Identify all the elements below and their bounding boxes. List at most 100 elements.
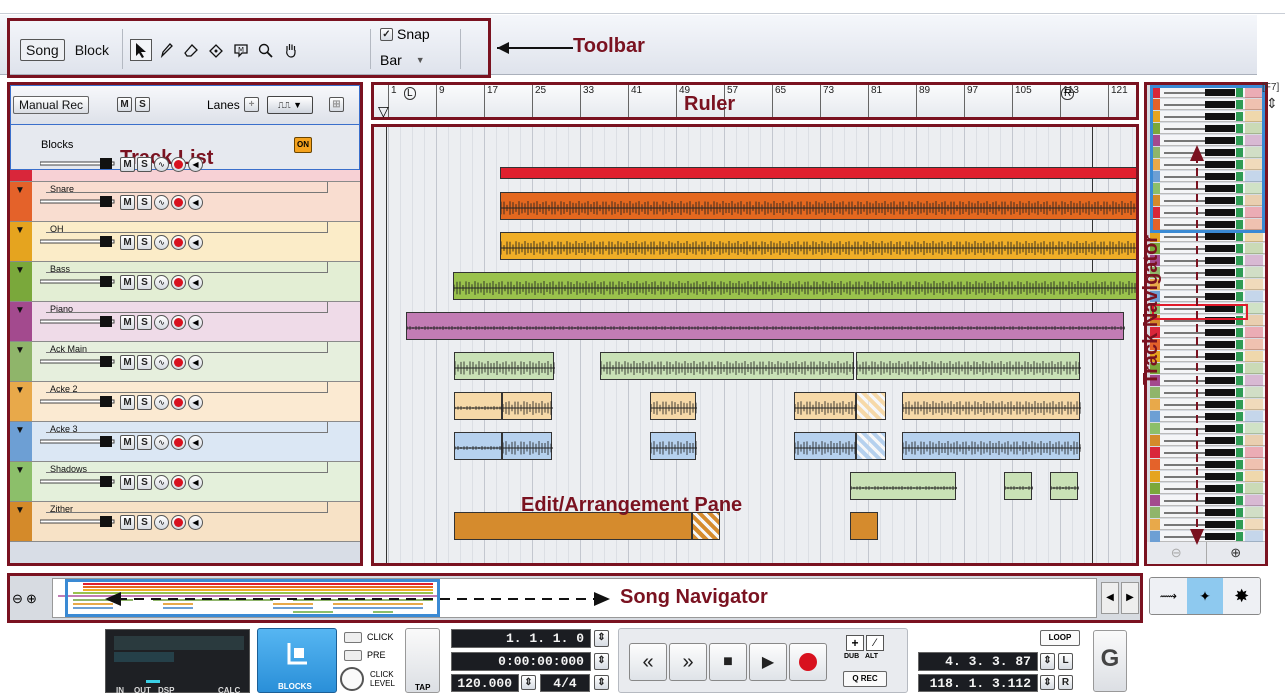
track-navigator-row[interactable] — [1150, 531, 1265, 542]
waveform-large-icon[interactable]: ✸ — [1223, 578, 1260, 614]
track-expand-icon[interactable]: ▼ — [15, 225, 25, 236]
monitor-icon[interactable]: ∿ — [154, 157, 169, 172]
audio-clip[interactable] — [794, 432, 857, 460]
track-navigator-row[interactable] — [1150, 339, 1265, 350]
monitor-icon[interactable]: ∿ — [154, 195, 169, 210]
audio-clip[interactable] — [650, 392, 697, 420]
track-solo-button[interactable]: S — [137, 195, 152, 210]
audio-clip[interactable] — [902, 392, 1081, 420]
position-stepper[interactable]: ⇕ — [594, 630, 609, 647]
track-fader[interactable] — [40, 515, 120, 529]
hand-icon[interactable] — [280, 39, 302, 61]
razor-icon[interactable] — [205, 39, 227, 61]
track-color-strip[interactable]: ▼ — [10, 262, 32, 301]
track-row[interactable]: ▼ Snare M S ∿ ◀ — [10, 182, 360, 222]
lane-mode-dropdown[interactable]: ⎍⎍ ▼ — [267, 96, 313, 114]
track-navigator-row[interactable] — [1150, 387, 1265, 398]
record-arm-icon[interactable] — [171, 355, 186, 370]
arrow-icon[interactable] — [130, 39, 152, 61]
track-navigator-row[interactable] — [1150, 291, 1265, 302]
track-expand-icon[interactable]: ▼ — [15, 385, 25, 396]
left-locator-stepper[interactable]: ⇕ — [1040, 653, 1055, 670]
track-solo-button[interactable]: S — [137, 157, 152, 172]
track-color-strip[interactable]: ▼ — [10, 342, 32, 381]
track-expand-icon[interactable]: ▼ — [15, 425, 25, 436]
track-row[interactable]: ▼ Zither M S ∿ ◀ — [10, 502, 360, 542]
record-arm-icon[interactable] — [171, 235, 186, 250]
dub-button[interactable]: + — [846, 635, 864, 651]
playhead-icon[interactable]: ▽ — [378, 103, 389, 120]
track-color-strip[interactable]: ▼ — [10, 182, 32, 221]
track-expand-icon[interactable]: ▼ — [15, 505, 25, 516]
audio-clip[interactable] — [454, 432, 503, 460]
time-stepper[interactable]: ⇕ — [594, 653, 609, 670]
track-navigator-row[interactable] — [1150, 471, 1265, 482]
snap-toggle[interactable]: ✓ Snap — [380, 26, 430, 42]
track-row[interactable]: ▼ Bass M S ∿ ◀ — [10, 262, 360, 302]
loop-button[interactable]: LOOP — [1040, 630, 1080, 646]
track-mute-button[interactable]: M — [120, 235, 135, 250]
track-expand-icon[interactable]: ▼ — [15, 185, 25, 196]
snap-dropdown[interactable]: Bar ▼ — [380, 52, 425, 68]
track-color-strip[interactable]: ▼ — [10, 302, 32, 341]
audio-clip[interactable] — [500, 232, 1136, 260]
track-navigator-row[interactable] — [1150, 267, 1265, 278]
audio-clip[interactable] — [453, 272, 1136, 300]
global-solo-button[interactable]: S — [135, 97, 150, 112]
track-row[interactable]: ▼ Acke 3 M S ∿ ◀ — [10, 422, 360, 462]
monitor-icon[interactable]: ∿ — [154, 515, 169, 530]
monitor-icon[interactable]: ∿ — [154, 235, 169, 250]
monitor-icon[interactable]: ∿ — [154, 275, 169, 290]
track-solo-button[interactable]: S — [137, 275, 152, 290]
track-color-strip[interactable] — [10, 170, 32, 181]
track-name-box[interactable] — [46, 222, 328, 233]
waveform-medium-icon[interactable]: ✦ — [1186, 578, 1224, 614]
record-arm-icon[interactable] — [171, 475, 186, 490]
edit-arrangement-pane[interactable]: Edit/Arrangement Pane — [371, 124, 1139, 566]
track-name-box[interactable] — [46, 422, 328, 433]
track-name-box[interactable] — [46, 462, 328, 473]
tempo-display[interactable]: 120.000 — [451, 674, 519, 692]
audio-clip[interactable] — [1004, 472, 1033, 500]
speaker-icon[interactable]: ◀ — [188, 395, 203, 410]
track-navigator-row[interactable] — [1150, 495, 1265, 506]
blocks-on-toggle[interactable]: ON — [294, 137, 312, 153]
fast-forward-button[interactable]: » — [669, 643, 707, 681]
track-navigator-row[interactable] — [1150, 447, 1265, 458]
audio-clip[interactable] — [454, 392, 503, 420]
reason-logo-icon[interactable]: G — [1093, 630, 1127, 692]
track-fader[interactable] — [40, 275, 120, 289]
left-locator-button[interactable]: L — [1058, 653, 1073, 670]
speaker-icon[interactable]: ◀ — [188, 515, 203, 530]
track-name-box[interactable] — [46, 182, 328, 193]
track-navigator-row[interactable] — [1150, 375, 1265, 386]
audio-clip[interactable] — [794, 392, 857, 420]
track-expand-icon[interactable]: ▼ — [15, 345, 25, 356]
position-display[interactable]: 1. 1. 1. 0 — [451, 629, 591, 648]
track-row[interactable]: ▼ OH M S ∿ ◀ — [10, 222, 360, 262]
speaker-icon[interactable]: ◀ — [188, 355, 203, 370]
waveform-small-icon[interactable]: ⟿ — [1150, 578, 1187, 614]
block-mode-button[interactable]: Block — [69, 39, 115, 61]
record-arm-icon[interactable] — [171, 435, 186, 450]
right-locator-button[interactable]: R — [1058, 675, 1073, 690]
magnify-icon[interactable] — [255, 39, 277, 61]
track-mute-button[interactable]: M — [120, 515, 135, 530]
track-mute-button[interactable]: M — [120, 195, 135, 210]
track-row[interactable]: ▼ Ack Main M S ∿ ◀ — [10, 342, 360, 382]
record-arm-icon[interactable] — [171, 315, 186, 330]
monitor-icon[interactable]: ∿ — [154, 475, 169, 490]
track-navigator-row[interactable] — [1150, 507, 1265, 518]
track-expand-icon[interactable]: ▼ — [15, 465, 25, 476]
click-toggle[interactable] — [344, 632, 362, 643]
track-navigator-row[interactable] — [1150, 279, 1265, 290]
right-locator-stepper[interactable]: ⇕ — [1040, 675, 1055, 690]
track-fader[interactable] — [40, 157, 120, 171]
track-navigator-row[interactable] — [1150, 519, 1265, 530]
track-navigator-row[interactable] — [1150, 351, 1265, 362]
track-row[interactable]: M S ∿ ◀ — [10, 157, 360, 182]
pencil-icon[interactable] — [155, 39, 177, 61]
monitor-icon[interactable]: ∿ — [154, 355, 169, 370]
track-solo-button[interactable]: S — [137, 355, 152, 370]
record-arm-icon[interactable] — [171, 275, 186, 290]
